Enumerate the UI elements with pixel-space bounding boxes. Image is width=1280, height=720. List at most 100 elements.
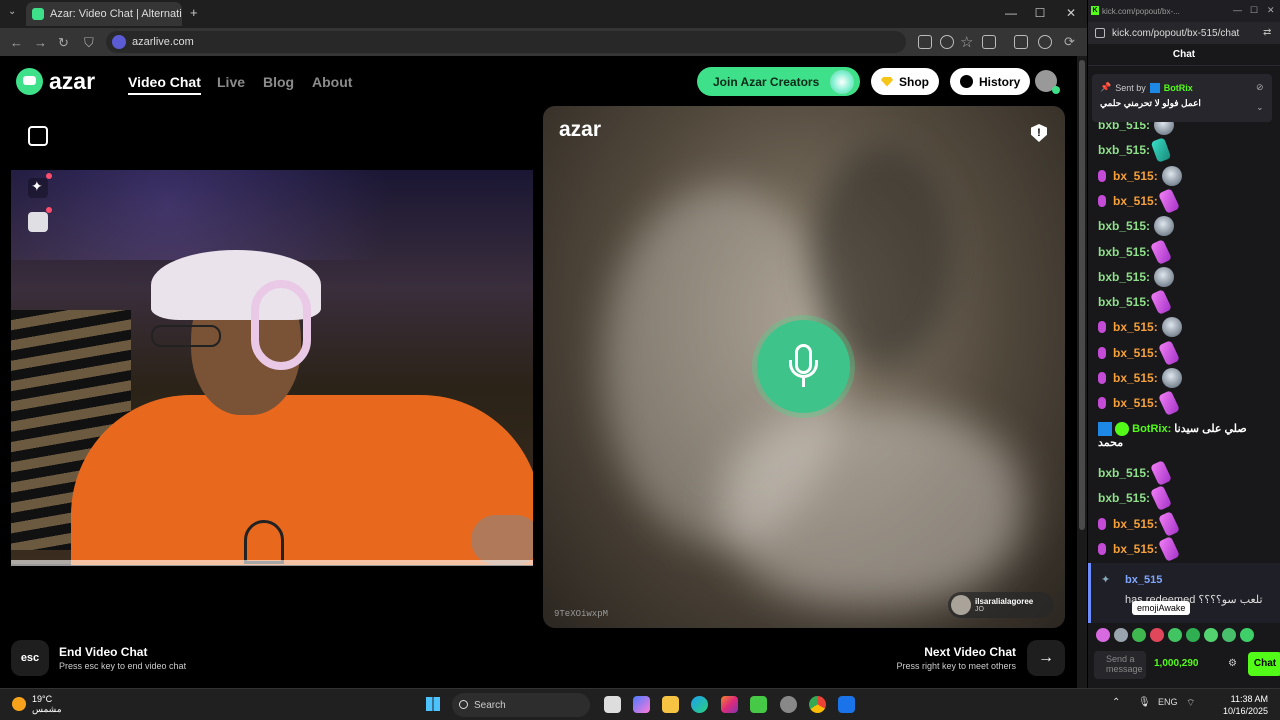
- emote-icon[interactable]: [1222, 628, 1236, 642]
- chevron-down-icon[interactable]: ⌄: [1256, 102, 1264, 113]
- chat-username[interactable]: bxb_515:: [1098, 245, 1150, 259]
- tab-list-icon[interactable]: ⌄: [8, 6, 16, 17]
- chat-username[interactable]: bxb_515:: [1098, 466, 1150, 480]
- chat-username[interactable]: bx_515:: [1113, 371, 1158, 385]
- next-chat-button[interactable]: →: [1027, 640, 1065, 676]
- new-tab-icon[interactable]: +: [190, 5, 198, 20]
- app-store-icon[interactable]: [838, 696, 855, 713]
- emote-icon[interactable]: [1240, 628, 1254, 642]
- emote-icon[interactable]: [1168, 628, 1182, 642]
- chat-message: bxb_515:: [1098, 137, 1172, 164]
- pinned-message[interactable]: 📌 Sent by BotRix اعمل فولو لا تحرمني حلم…: [1092, 74, 1272, 122]
- profile-icon[interactable]: [1038, 35, 1052, 49]
- copilot-icon[interactable]: [633, 696, 650, 713]
- cast-icon[interactable]: [918, 35, 932, 49]
- emote-icon[interactable]: [1150, 628, 1164, 642]
- start-icon[interactable]: [426, 697, 440, 711]
- tray-chevron-icon[interactable]: ⌃: [1112, 697, 1120, 708]
- user-avatar[interactable]: [1035, 70, 1060, 94]
- emote-icon[interactable]: [1096, 628, 1110, 642]
- url-field[interactable]: azarlive.com: [106, 31, 906, 53]
- weather-widget[interactable]: 19°C مشمس: [12, 694, 62, 714]
- edge-icon[interactable]: [691, 696, 708, 713]
- teal-emote-icon: [1150, 137, 1172, 164]
- extensions-icon[interactable]: [1014, 35, 1028, 49]
- site-info-icon[interactable]: [112, 35, 126, 49]
- taskbar-search[interactable]: Search: [452, 693, 590, 717]
- next-chat-title: Next Video Chat: [924, 645, 1016, 659]
- network-icon[interactable]: ⌔: [1186, 697, 1195, 710]
- chat-username[interactable]: bx_515:: [1113, 320, 1158, 334]
- reload-icon[interactable]: ↻: [58, 35, 69, 51]
- page-scrollbar[interactable]: [1077, 56, 1087, 688]
- nav-live[interactable]: Live: [217, 74, 245, 90]
- microphone-tray-icon[interactable]: 🎙: [1138, 697, 1151, 708]
- sync-icon[interactable]: ⟳: [1064, 34, 1075, 50]
- chat-username[interactable]: bx_515:: [1113, 542, 1158, 556]
- redeem-user[interactable]: bx_515: [1125, 574, 1162, 586]
- minimize-video-icon[interactable]: [28, 126, 48, 146]
- file-explorer-icon[interactable]: [662, 696, 679, 713]
- unpin-icon[interactable]: ⊘: [1256, 82, 1264, 93]
- chat-messages[interactable]: bxb_515: bxb_515: bx_515: bx_515: bxb_515: bx…: [1088, 112, 1280, 567]
- emote-icon[interactable]: [1114, 628, 1128, 642]
- favorite-icon[interactable]: ☆: [960, 33, 973, 51]
- instagram-icon[interactable]: [721, 696, 738, 713]
- chat-close-icon[interactable]: ✕: [1267, 5, 1275, 16]
- join-creators-button[interactable]: Join Azar Creators: [697, 67, 860, 96]
- shop-button[interactable]: Shop: [871, 68, 939, 95]
- download-icon[interactable]: [982, 35, 996, 49]
- face-filter-icon[interactable]: [28, 207, 52, 232]
- clock[interactable]: 11:38 AM 10/16/2025: [1218, 693, 1268, 717]
- chat-window: K kick.com/popout/bx-... — ☐ ✕ kick.com/…: [1088, 0, 1280, 688]
- nav-about[interactable]: About: [312, 74, 352, 90]
- azar-logo[interactable]: azar: [16, 68, 95, 95]
- app-icon[interactable]: [780, 696, 797, 713]
- shield-icon[interactable]: ⛉: [84, 35, 94, 51]
- nav-video-chat[interactable]: Video Chat: [128, 74, 201, 95]
- chat-username[interactable]: bx_515:: [1113, 396, 1158, 410]
- minimize-icon[interactable]: —: [996, 6, 1026, 20]
- chat-username[interactable]: bxb_515:: [1098, 491, 1150, 505]
- page-info-icon[interactable]: [1095, 28, 1105, 38]
- chat-maximize-icon[interactable]: ☐: [1250, 5, 1258, 16]
- chat-username[interactable]: bx_515:: [1113, 517, 1158, 531]
- history-button[interactable]: History: [950, 68, 1031, 95]
- gear-icon[interactable]: ⚙: [1228, 658, 1237, 669]
- back-icon[interactable]: ←: [10, 35, 23, 50]
- nav-blog[interactable]: Blog: [263, 74, 294, 90]
- chat-message: bxb_515:: [1098, 460, 1173, 486]
- task-view-icon[interactable]: [604, 696, 621, 713]
- browser-tab[interactable]: Azar: Video Chat | Alternati ✕: [26, 2, 182, 26]
- channel-points[interactable]: 1,000,290: [1154, 658, 1199, 669]
- chat-username[interactable]: bxb_515:: [1098, 270, 1150, 284]
- azar-logo-text: azar: [49, 68, 96, 94]
- chat-username[interactable]: bxb_515:: [1098, 219, 1150, 233]
- chat-minimize-icon[interactable]: —: [1233, 5, 1242, 15]
- emote-icon[interactable]: [1186, 628, 1200, 642]
- emote-icon[interactable]: [1204, 628, 1218, 642]
- whatsapp-icon[interactable]: [750, 696, 767, 713]
- tracking-icon[interactable]: [940, 35, 954, 49]
- chrome-icon[interactable]: [809, 696, 826, 713]
- emote-icon[interactable]: [1132, 628, 1146, 642]
- chat-username[interactable]: bx_515:: [1113, 169, 1158, 183]
- bot-username[interactable]: BotRix:: [1132, 423, 1171, 435]
- maximize-icon[interactable]: ☐: [1025, 6, 1055, 20]
- chat-username[interactable]: bx_515:: [1113, 346, 1158, 360]
- spiral-emote-icon: [1157, 535, 1180, 562]
- chat-username[interactable]: bxb_515:: [1098, 143, 1150, 157]
- forward-icon[interactable]: →: [34, 35, 47, 50]
- kick-favicon: K: [1091, 6, 1099, 15]
- partner-badge[interactable]: ilsaralialagoree JO: [948, 592, 1054, 618]
- translate-icon[interactable]: ⇄: [1263, 27, 1271, 38]
- chat-username[interactable]: bx_515:: [1113, 194, 1158, 208]
- message-input[interactable]: Send a message: [1094, 651, 1146, 679]
- esc-key-button[interactable]: esc: [11, 640, 49, 676]
- language-indicator[interactable]: ENG: [1158, 697, 1178, 707]
- report-icon[interactable]: !: [1031, 124, 1047, 142]
- sparkle-effects-icon[interactable]: ✦: [28, 173, 52, 198]
- send-chat-button[interactable]: Chat: [1248, 652, 1280, 676]
- close-window-icon[interactable]: ✕: [1056, 6, 1086, 20]
- chat-username[interactable]: bxb_515:: [1098, 295, 1150, 309]
